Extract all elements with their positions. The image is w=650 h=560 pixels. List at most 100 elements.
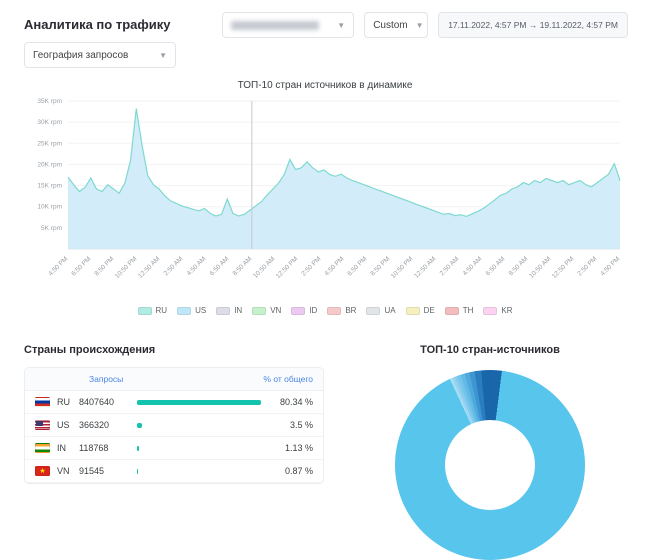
country-code: RU <box>57 397 79 407</box>
column-header-percent: % от общего <box>263 374 313 384</box>
svg-text:6:50 PM: 6:50 PM <box>70 255 92 277</box>
legend-label: KR <box>501 306 512 315</box>
svg-text:10:50 PM: 10:50 PM <box>114 255 139 280</box>
legend-swatch <box>327 307 341 315</box>
legend-swatch <box>252 307 266 315</box>
svg-text:30K rpm: 30K rpm <box>37 119 62 126</box>
country-code: VN <box>57 466 79 476</box>
svg-text:2:50 AM: 2:50 AM <box>163 255 185 277</box>
svg-text:2:50 PM: 2:50 PM <box>300 255 322 277</box>
svg-text:4:50 AM: 4:50 AM <box>186 255 208 277</box>
legend-item-th[interactable]: TH <box>445 306 474 315</box>
svg-text:8:50 PM: 8:50 PM <box>93 255 115 277</box>
svg-text:12:50 PM: 12:50 PM <box>551 255 576 280</box>
requests-bar <box>137 446 261 451</box>
svg-text:10:50 AM: 10:50 AM <box>252 255 276 279</box>
origin-countries-table: Запросы % от общего RU840764080.34 %US36… <box>24 367 324 484</box>
legend-label: UA <box>384 306 395 315</box>
flag-icon-in <box>35 443 50 453</box>
legend-item-us[interactable]: US <box>177 306 206 315</box>
legend-swatch <box>138 307 152 315</box>
legend-swatch <box>406 307 420 315</box>
percent-value: 0.87 % <box>269 466 313 476</box>
geo-filter-select[interactable]: География запросов ▼ <box>24 42 176 68</box>
svg-text:6:50 AM: 6:50 AM <box>485 255 507 277</box>
date-range-value: 17.11.2022, 4:57 PM → 19.11.2022, 4:57 P… <box>448 20 618 30</box>
legend-item-ru[interactable]: RU <box>138 306 168 315</box>
table-row-ru[interactable]: RU840764080.34 % <box>25 391 323 414</box>
requests-bar-fill <box>137 446 139 451</box>
chart-legend: RU US IN VN ID BR UA DE TH KR <box>22 306 628 315</box>
legend-label: TH <box>463 306 474 315</box>
requests-bar-fill <box>137 400 261 405</box>
requests-bar <box>137 423 261 428</box>
legend-swatch <box>291 307 305 315</box>
geo-filter-value: География запросов <box>33 50 128 61</box>
percent-value: 1.13 % <box>269 443 313 453</box>
legend-label: IN <box>234 306 242 315</box>
legend-label: DE <box>424 306 435 315</box>
legend-item-in[interactable]: IN <box>216 306 242 315</box>
svg-text:15K rpm: 15K rpm <box>37 183 62 190</box>
donut-chart[interactable] <box>395 370 585 560</box>
chevron-down-icon: ▼ <box>337 21 345 30</box>
svg-text:2:50 PM: 2:50 PM <box>576 255 598 277</box>
legend-item-ua[interactable]: UA <box>366 306 395 315</box>
range-preset-value: Custom <box>373 20 407 31</box>
svg-text:20K rpm: 20K rpm <box>37 161 62 168</box>
flag-icon-ru <box>35 397 50 407</box>
country-code: US <box>57 420 79 430</box>
svg-text:12:50 PM: 12:50 PM <box>275 255 300 280</box>
legend-item-de[interactable]: DE <box>406 306 435 315</box>
svg-text:10:50 AM: 10:50 AM <box>528 255 552 279</box>
redacted-value <box>231 21 319 30</box>
top-bar: Аналитика по трафику ▼ Custom ▼ 17.11.20… <box>0 0 650 66</box>
table-header: Запросы % от общего <box>25 368 323 391</box>
svg-text:8:50 PM: 8:50 PM <box>369 255 391 277</box>
table-row-us[interactable]: US366320 3.5 % <box>25 414 323 437</box>
area-chart[interactable]: 35K rpm30K rpm25K rpm20K rpm15K rpm10K r… <box>22 93 628 301</box>
top10-dynamics-chart-card: ТОП-10 стран источников в динамике 35K r… <box>22 80 628 315</box>
legend-item-kr[interactable]: KR <box>483 306 512 315</box>
legend-swatch <box>216 307 230 315</box>
svg-text:4:50 PM: 4:50 PM <box>323 255 345 277</box>
chevron-down-icon: ▼ <box>159 51 167 60</box>
header-controls: ▼ Custom ▼ 17.11.2022, 4:57 PM → 19.11.2… <box>222 12 628 38</box>
requests-bar-fill <box>137 423 142 428</box>
svg-text:4:50 PM: 4:50 PM <box>599 255 621 277</box>
legend-swatch <box>366 307 380 315</box>
legend-item-vn[interactable]: VN <box>252 306 281 315</box>
svg-text:5K rpm: 5K rpm <box>41 225 62 232</box>
legend-swatch <box>483 307 497 315</box>
legend-label: US <box>195 306 206 315</box>
legend-label: RU <box>156 306 168 315</box>
legend-label: ID <box>309 306 317 315</box>
legend-item-id[interactable]: ID <box>291 306 317 315</box>
origin-countries-panel: Страны происхождения Запросы % от общего… <box>24 344 324 560</box>
svg-text:10:50 PM: 10:50 PM <box>390 255 415 280</box>
requests-value: 366320 <box>79 420 135 430</box>
svg-text:2:50 AM: 2:50 AM <box>439 255 461 277</box>
legend-label: VN <box>270 306 281 315</box>
percent-value: 80.34 % <box>269 397 313 407</box>
percent-value: 3.5 % <box>269 420 313 430</box>
table-row-vn[interactable]: ★VN915450.87 % <box>25 460 323 483</box>
svg-text:25K rpm: 25K rpm <box>37 140 62 147</box>
requests-bar <box>137 400 261 405</box>
flag-icon-us <box>35 420 50 430</box>
svg-text:8:50 AM: 8:50 AM <box>232 255 254 277</box>
flag-icon-vn: ★ <box>35 466 50 476</box>
legend-swatch <box>177 307 191 315</box>
svg-text:4:50 AM: 4:50 AM <box>462 255 484 277</box>
svg-text:35K rpm: 35K rpm <box>37 98 62 105</box>
date-range-picker[interactable]: 17.11.2022, 4:57 PM → 19.11.2022, 4:57 P… <box>438 12 628 38</box>
svg-text:4:50 PM: 4:50 PM <box>47 255 69 277</box>
table-body: RU840764080.34 % US366320 3.5 % IN1187681.1… <box>25 391 323 483</box>
legend-item-br[interactable]: BR <box>327 306 356 315</box>
range-preset-select[interactable]: Custom ▼ <box>364 12 428 38</box>
account-select[interactable]: ▼ <box>222 12 354 38</box>
table-row-in[interactable]: IN1187681.13 % <box>25 437 323 460</box>
chart-title: ТОП-10 стран источников в динамике <box>22 80 628 91</box>
svg-text:6:50 AM: 6:50 AM <box>209 255 231 277</box>
page-title: Аналитика по трафику <box>24 17 170 32</box>
